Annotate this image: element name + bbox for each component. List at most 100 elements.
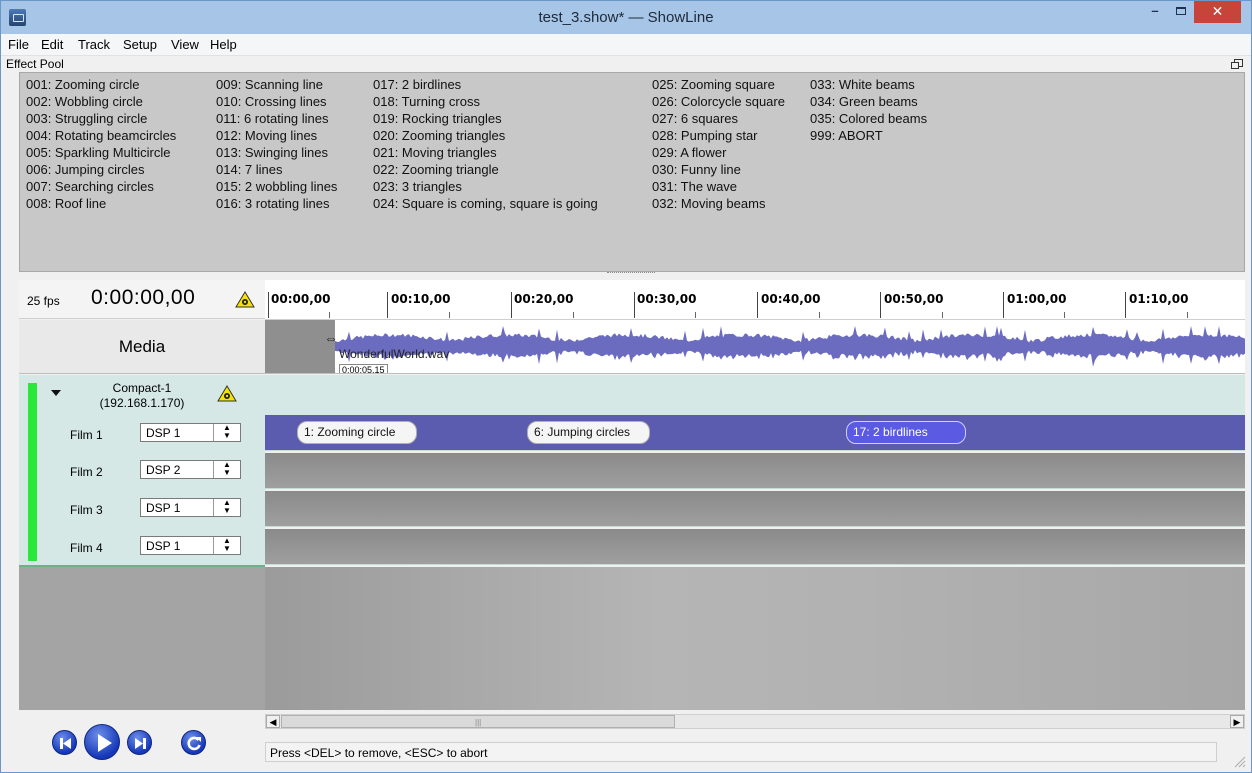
effect-item[interactable]: 032: Moving beams xyxy=(652,195,785,212)
menu-edit[interactable]: Edit xyxy=(41,37,63,52)
effect-item[interactable]: 025: Zooming square xyxy=(652,76,785,93)
spinner-icon[interactable]: ▲ ▼ xyxy=(213,461,240,478)
scroll-left-button[interactable]: ◀ xyxy=(266,715,280,728)
dsp-value: DSP 1 xyxy=(146,539,181,553)
play-button[interactable] xyxy=(84,724,120,760)
effect-item[interactable]: 027: 6 squares xyxy=(652,110,785,127)
dsp-select[interactable]: DSP 1 ▲ ▼ xyxy=(140,536,241,555)
effect-item[interactable]: 026: Colorcycle square xyxy=(652,93,785,110)
time-display: 0:00:00,00 xyxy=(91,286,196,309)
effect-clip[interactable]: 1: Zooming circle xyxy=(297,421,417,444)
menu-track[interactable]: Track xyxy=(78,37,110,52)
effect-item[interactable]: 013: Swinging lines xyxy=(216,144,337,161)
effect-item[interactable]: 031: The wave xyxy=(652,178,785,195)
effect-item[interactable]: 008: Roof line xyxy=(26,195,176,212)
effect-item[interactable]: 006: Jumping circles xyxy=(26,161,176,178)
app-window: test_3.show* — ShowLine – ✕ File Edit Tr… xyxy=(0,0,1252,773)
effect-item[interactable]: 021: Moving triangles xyxy=(373,144,598,161)
timeline-ruler[interactable]: 00:00,00 00:10,00 00:20,00 00:30,00 00:4… xyxy=(265,280,1245,320)
waveform[interactable] xyxy=(335,324,1245,370)
effect-pool-list: 001: Zooming circle 002: Wobbling circle… xyxy=(19,72,1245,272)
spinner-icon[interactable]: ▲ ▼ xyxy=(213,537,240,554)
effect-item[interactable]: 014: 7 lines xyxy=(216,161,337,178)
rewind-button[interactable] xyxy=(52,730,77,755)
effect-item[interactable]: 030: Funny line xyxy=(652,161,785,178)
loop-button[interactable] xyxy=(181,730,206,755)
device-warning-icon[interactable] xyxy=(217,385,237,402)
collapse-icon[interactable] xyxy=(51,390,61,396)
film-track-1[interactable]: 1: Zooming circle 6: Jumping circles 17:… xyxy=(265,415,1245,451)
menu-file[interactable]: File xyxy=(8,37,29,52)
ruler-tick xyxy=(757,292,758,318)
ruler-tick xyxy=(511,292,512,318)
menu-setup[interactable]: Setup xyxy=(123,37,157,52)
effect-item[interactable]: 023: 3 triangles xyxy=(373,178,598,195)
film-label: Film 3 xyxy=(70,503,103,517)
dsp-select[interactable]: DSP 2 ▲ ▼ xyxy=(140,460,241,479)
effect-item[interactable]: 022: Zooming triangle xyxy=(373,161,598,178)
effect-item[interactable]: 020: Zooming triangles xyxy=(373,127,598,144)
effect-item[interactable]: 012: Moving lines xyxy=(216,127,337,144)
effect-item[interactable]: 017: 2 birdlines xyxy=(373,76,598,93)
effect-item[interactable]: 015: 2 wobbling lines xyxy=(216,178,337,195)
horizontal-scrollbar[interactable]: ◀ ||| ▶ xyxy=(265,714,1245,729)
effect-pool-title: Effect Pool xyxy=(6,57,64,71)
splitter-grip[interactable] xyxy=(607,272,655,275)
resize-cursor-icon: ⇔ xyxy=(324,330,338,346)
maximize-button[interactable] xyxy=(1168,1,1194,23)
ruler-minor-tick xyxy=(819,312,820,318)
loop-icon xyxy=(187,736,201,751)
spinner-icon[interactable]: ▲ ▼ xyxy=(213,499,240,516)
effect-item[interactable]: 002: Wobbling circle xyxy=(26,93,176,110)
scroll-thumb[interactable]: ||| xyxy=(281,715,675,728)
fps-label: 25 fps xyxy=(27,294,60,308)
film-track-3[interactable] xyxy=(265,491,1245,527)
spinner-icon[interactable]: ▲ ▼ xyxy=(213,424,240,441)
effect-pool-header: Effect Pool xyxy=(1,56,1251,72)
menu-help[interactable]: Help xyxy=(210,37,237,52)
device-ip: (192.168.1.170) xyxy=(99,396,185,410)
dsp-select[interactable]: DSP 1 ▲ ▼ xyxy=(140,498,241,517)
effect-item[interactable]: 033: White beams xyxy=(810,76,927,93)
effect-item[interactable]: 009: Scanning line xyxy=(216,76,337,93)
ruler-minor-tick xyxy=(329,312,330,318)
effect-item[interactable]: 001: Zooming circle xyxy=(26,76,176,93)
film-track-2[interactable] xyxy=(265,453,1245,489)
warning-icon[interactable] xyxy=(235,291,255,308)
scroll-right-button[interactable]: ▶ xyxy=(1230,715,1244,728)
ruler-label: 01:00,00 xyxy=(1007,292,1067,306)
effect-item[interactable]: 011: 6 rotating lines xyxy=(216,110,337,127)
film-track-4[interactable] xyxy=(265,529,1245,565)
effect-item[interactable]: 024: Square is coming, square is going xyxy=(373,195,598,212)
skip-to-end-button[interactable] xyxy=(127,730,152,755)
effect-item[interactable]: 003: Struggling circle xyxy=(26,110,176,127)
effect-item[interactable]: 016: 3 rotating lines xyxy=(216,195,337,212)
menu-view[interactable]: View xyxy=(171,37,199,52)
menu-bar: File Edit Track Setup View Help xyxy=(1,34,1251,56)
dsp-select[interactable]: DSP 1 ▲ ▼ xyxy=(140,423,241,442)
effect-clip-selected[interactable]: 17: 2 birdlines xyxy=(846,421,966,444)
effect-item[interactable]: 010: Crossing lines xyxy=(216,93,337,110)
media-file-name: WonderfulWorld.wav xyxy=(339,347,450,361)
device-track-header: Compact-1 (192.168.1.170) Film 1 DSP 1 ▲… xyxy=(19,375,265,567)
resize-grip-icon[interactable] xyxy=(1232,754,1246,768)
effect-item[interactable]: 007: Searching circles xyxy=(26,178,176,195)
effect-item[interactable]: 019: Rocking triangles xyxy=(373,110,598,127)
effect-item[interactable]: 018: Turning cross xyxy=(373,93,598,110)
effect-item[interactable]: 028: Pumping star xyxy=(652,127,785,144)
film-label: Film 1 xyxy=(70,428,103,442)
effect-item[interactable]: 005: Sparkling Multicircle xyxy=(26,144,176,161)
effect-item[interactable]: 029: A flower xyxy=(652,144,785,161)
effect-pool-column: 017: 2 birdlines 018: Turning cross 019:… xyxy=(373,76,598,212)
effect-item[interactable]: 004: Rotating beamcircles xyxy=(26,127,176,144)
minimize-button[interactable]: – xyxy=(1142,1,1168,23)
media-track[interactable]: ⇔ WonderfulWorld.wav 0:00:05,15 xyxy=(265,320,1245,374)
close-button[interactable]: ✕ xyxy=(1194,1,1241,23)
effect-item[interactable]: 999: ABORT xyxy=(810,127,927,144)
ruler-tick xyxy=(880,292,881,318)
effect-item[interactable]: 035: Colored beams xyxy=(810,110,927,127)
undock-icon[interactable] xyxy=(1231,59,1243,69)
effect-item[interactable]: 034: Green beams xyxy=(810,93,927,110)
effect-clip[interactable]: 6: Jumping circles xyxy=(527,421,650,444)
ruler-label: 01:10,00 xyxy=(1129,292,1189,306)
